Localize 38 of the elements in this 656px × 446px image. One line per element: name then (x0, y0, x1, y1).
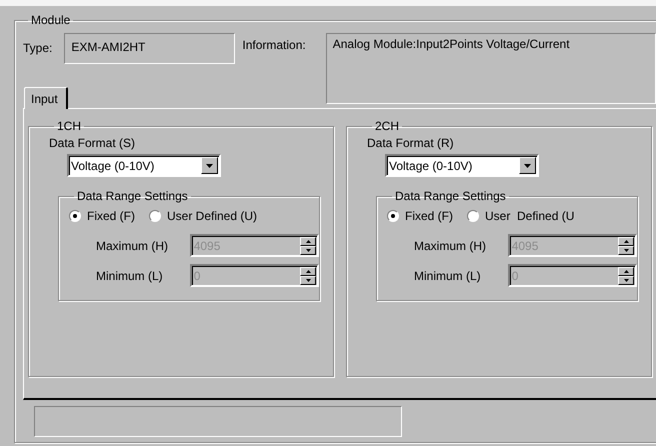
type-label: Type: (23, 41, 52, 55)
group-title: 1CH (56, 119, 82, 133)
down-arrow-icon (624, 278, 628, 282)
dropdown-button[interactable] (519, 157, 536, 174)
radio-circle[interactable] (387, 210, 399, 222)
group-title: Module (30, 13, 72, 27)
format-label: Data Format (R) (367, 136, 455, 150)
up-arrow-icon (306, 240, 310, 242)
radio-circle[interactable] (69, 210, 81, 222)
radio-circle[interactable] (467, 210, 479, 222)
radio-option[interactable]: User Defined (U) (149, 209, 258, 223)
down-arrow-icon (306, 278, 310, 282)
format-dropdown[interactable]: Voltage (0-10V) (67, 154, 221, 177)
group-title: Data Range Settings (76, 189, 189, 203)
caret-icon (524, 164, 531, 168)
radio-circle[interactable] (149, 210, 161, 222)
field-label: Minimum (L) (96, 268, 164, 282)
up-arrow-icon (624, 240, 628, 242)
format-dropdown[interactable]: Voltage (0-10V) (385, 154, 539, 177)
dropdown-button[interactable] (201, 157, 218, 174)
radio-option[interactable]: Fixed (F) (69, 209, 135, 223)
tab[interactable]: Input (24, 87, 68, 109)
group-title: Data Range Settings (394, 189, 507, 203)
group-title: 2CH (374, 119, 400, 133)
down-arrow-icon (624, 248, 628, 252)
information-field[interactable]: Analog Module:Input2Points Voltage/Current (326, 33, 656, 104)
radio-option[interactable]: User Defined (U (467, 209, 574, 223)
up-arrow-icon (624, 270, 628, 272)
radio-option[interactable]: Fixed (F) (387, 209, 453, 223)
field-label: Minimum (L) (414, 268, 482, 282)
information-label: Information: (242, 38, 306, 52)
format-label: Data Format (S) (49, 136, 136, 150)
field-label: Maximum (H) (96, 238, 169, 252)
type-field[interactable]: EXM-AMI2HT (64, 33, 236, 64)
field-label: Maximum (H) (414, 238, 487, 252)
down-arrow-icon (306, 248, 310, 252)
up-arrow-icon (306, 270, 310, 272)
caret-icon (206, 164, 213, 168)
